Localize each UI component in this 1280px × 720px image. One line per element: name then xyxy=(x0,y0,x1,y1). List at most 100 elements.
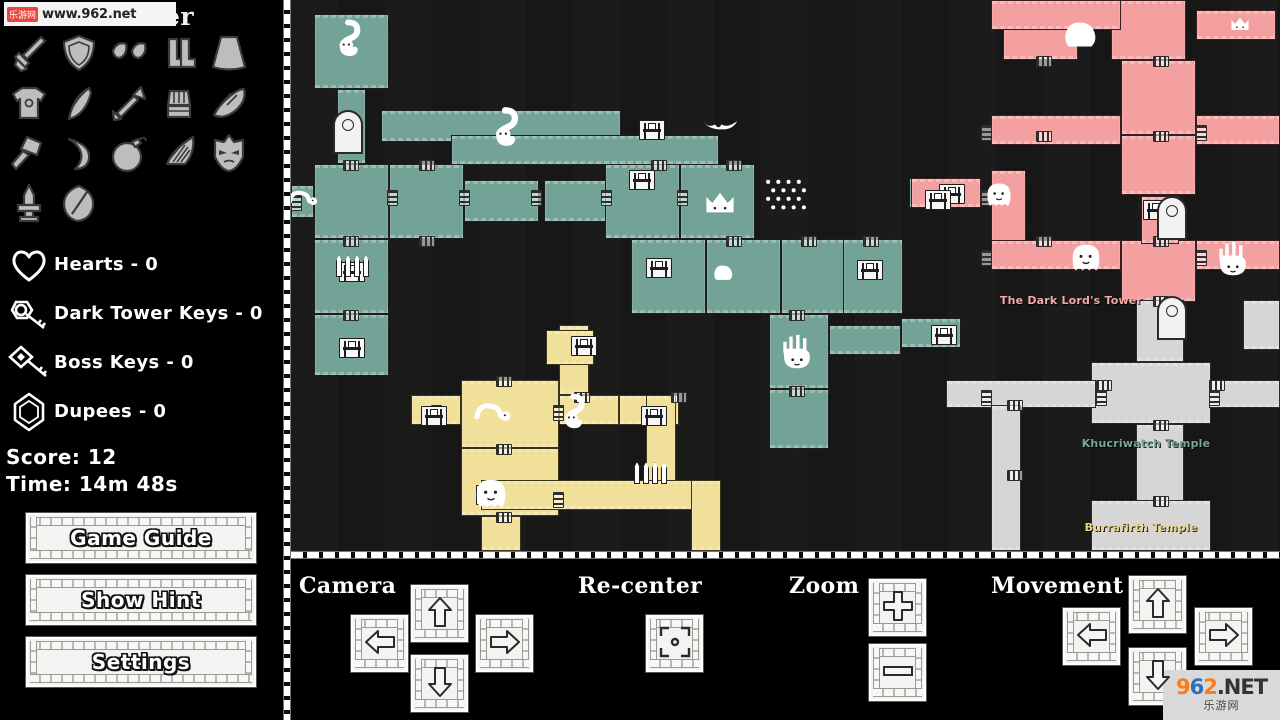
item-mask-icon[interactable] xyxy=(204,128,254,178)
item-boomerang-icon[interactable] xyxy=(54,128,104,178)
arch-knob xyxy=(342,119,354,131)
map-door xyxy=(343,310,359,321)
map-arch-door[interactable] xyxy=(1157,196,1187,240)
map-door xyxy=(1153,56,1169,67)
map-room[interactable] xyxy=(1196,115,1280,145)
map-chest[interactable] xyxy=(639,120,665,140)
brick-edge xyxy=(522,619,529,668)
map-room[interactable] xyxy=(1121,60,1196,135)
item-shield-icon[interactable] xyxy=(54,28,104,78)
label-burrafirth-temple: Burrafirth Temple xyxy=(1084,521,1198,534)
map-door xyxy=(496,376,512,387)
map-arch-door[interactable] xyxy=(1157,296,1187,340)
settings-button[interactable]: Settings xyxy=(26,637,256,687)
map-chest[interactable] xyxy=(629,170,655,190)
map-monster-blob[interactable] xyxy=(1061,20,1099,54)
map-room[interactable] xyxy=(769,389,829,449)
map-room[interactable] xyxy=(1136,424,1184,504)
show-hint-button[interactable]: Show Hint xyxy=(26,575,256,625)
item-tunic-icon[interactable] xyxy=(4,78,54,128)
item-cape-icon[interactable] xyxy=(204,28,254,78)
map-monster-ghost[interactable] xyxy=(983,182,1015,212)
map-room[interactable] xyxy=(991,0,1121,30)
zoom-out-button[interactable] xyxy=(869,644,926,701)
brick-edge xyxy=(1175,580,1182,629)
item-arrow-icon[interactable] xyxy=(104,78,154,128)
map-monster-hand[interactable] xyxy=(1215,240,1251,282)
item-hammer-icon[interactable] xyxy=(4,128,54,178)
chest-edge xyxy=(358,341,360,357)
map-chest[interactable] xyxy=(421,406,447,426)
map-monster-ghost[interactable] xyxy=(471,478,511,514)
map-monster-worm[interactable] xyxy=(291,188,321,210)
map-door xyxy=(553,492,564,508)
map-monster-ghost[interactable] xyxy=(1067,243,1105,277)
arrow-right-icon xyxy=(488,625,522,663)
map-monster-worm[interactable] xyxy=(471,400,515,426)
zoom-in-button[interactable] xyxy=(869,579,926,636)
map-room[interactable] xyxy=(1111,0,1186,60)
item-sword-icon[interactable] xyxy=(4,28,54,78)
map-monster-crown[interactable] xyxy=(1229,16,1251,36)
sidebar: Item Tracker Hearts - 0 Dark Tower Keys -… xyxy=(0,0,283,720)
map-chest[interactable] xyxy=(571,336,597,356)
item-gauntlet-icon[interactable] xyxy=(154,78,204,128)
item-bow-icon[interactable] xyxy=(54,78,104,128)
map-room[interactable] xyxy=(1243,300,1280,350)
brick-edge xyxy=(415,659,422,708)
item-leaves-icon[interactable] xyxy=(104,28,154,78)
camera-left-button[interactable] xyxy=(351,615,408,672)
map-room[interactable] xyxy=(1121,240,1196,302)
map-chest[interactable] xyxy=(646,258,672,278)
map-chest[interactable] xyxy=(641,406,667,426)
map-room[interactable] xyxy=(991,115,1121,145)
map-door xyxy=(459,190,470,206)
item-dagger-icon[interactable] xyxy=(4,178,54,228)
map-room[interactable] xyxy=(1091,362,1211,424)
map-door xyxy=(1007,470,1023,481)
map-monster-blob[interactable] xyxy=(711,264,735,286)
map-room[interactable] xyxy=(691,480,721,551)
map-monster-snake[interactable] xyxy=(557,392,589,442)
map-door xyxy=(496,444,512,455)
movement-down-button[interactable] xyxy=(1129,648,1186,705)
map-monster-snake[interactable] xyxy=(487,105,523,161)
map-monster-spark[interactable] xyxy=(763,178,809,222)
map-chest[interactable] xyxy=(925,190,951,210)
map-chest[interactable] xyxy=(931,325,957,345)
map-room[interactable] xyxy=(464,180,539,222)
map-chest[interactable] xyxy=(339,338,365,358)
arrow-up-icon xyxy=(1141,586,1175,624)
item-horn-icon[interactable] xyxy=(204,78,254,128)
chest-edge xyxy=(648,173,650,189)
map-monster-snake[interactable] xyxy=(331,18,365,70)
control-bar: Camera Re-center Zoom Movement xyxy=(291,559,1280,720)
item-shovel-icon[interactable] xyxy=(54,178,104,228)
map-room[interactable] xyxy=(389,164,464,239)
map-monster-hand[interactable] xyxy=(779,333,815,375)
recenter-button[interactable] xyxy=(646,615,703,672)
map-monster-crown[interactable] xyxy=(703,190,737,220)
map-room[interactable] xyxy=(481,480,721,510)
map-monster-bat[interactable] xyxy=(701,118,739,138)
camera-down-button[interactable] xyxy=(411,655,468,712)
movement-left-button[interactable] xyxy=(1063,608,1120,665)
item-bomb-icon[interactable] xyxy=(104,128,154,178)
chest-edge xyxy=(936,328,938,344)
camera-up-button[interactable] xyxy=(411,585,468,642)
item-boots-icon[interactable] xyxy=(154,28,204,78)
movement-up-button[interactable] xyxy=(1129,576,1186,633)
map-room[interactable] xyxy=(314,164,389,239)
game-guide-button[interactable]: Game Guide xyxy=(26,513,256,563)
movement-right-button[interactable] xyxy=(1195,608,1252,665)
map-chest[interactable] xyxy=(857,260,883,280)
map-door xyxy=(863,236,879,247)
stats-list: Hearts - 0 Dark Tower Keys - 0 Boss Keys -… xyxy=(4,240,279,436)
map-room[interactable] xyxy=(829,325,901,355)
map-arch-door[interactable] xyxy=(333,110,363,154)
camera-right-button[interactable] xyxy=(476,615,533,672)
item-harp-icon[interactable] xyxy=(154,128,204,178)
brick-edge xyxy=(915,583,922,632)
dungeon-map[interactable]: The Dark Lord's TowerKhucriwatch TempleA… xyxy=(291,0,1280,551)
map-room[interactable] xyxy=(1121,135,1196,195)
